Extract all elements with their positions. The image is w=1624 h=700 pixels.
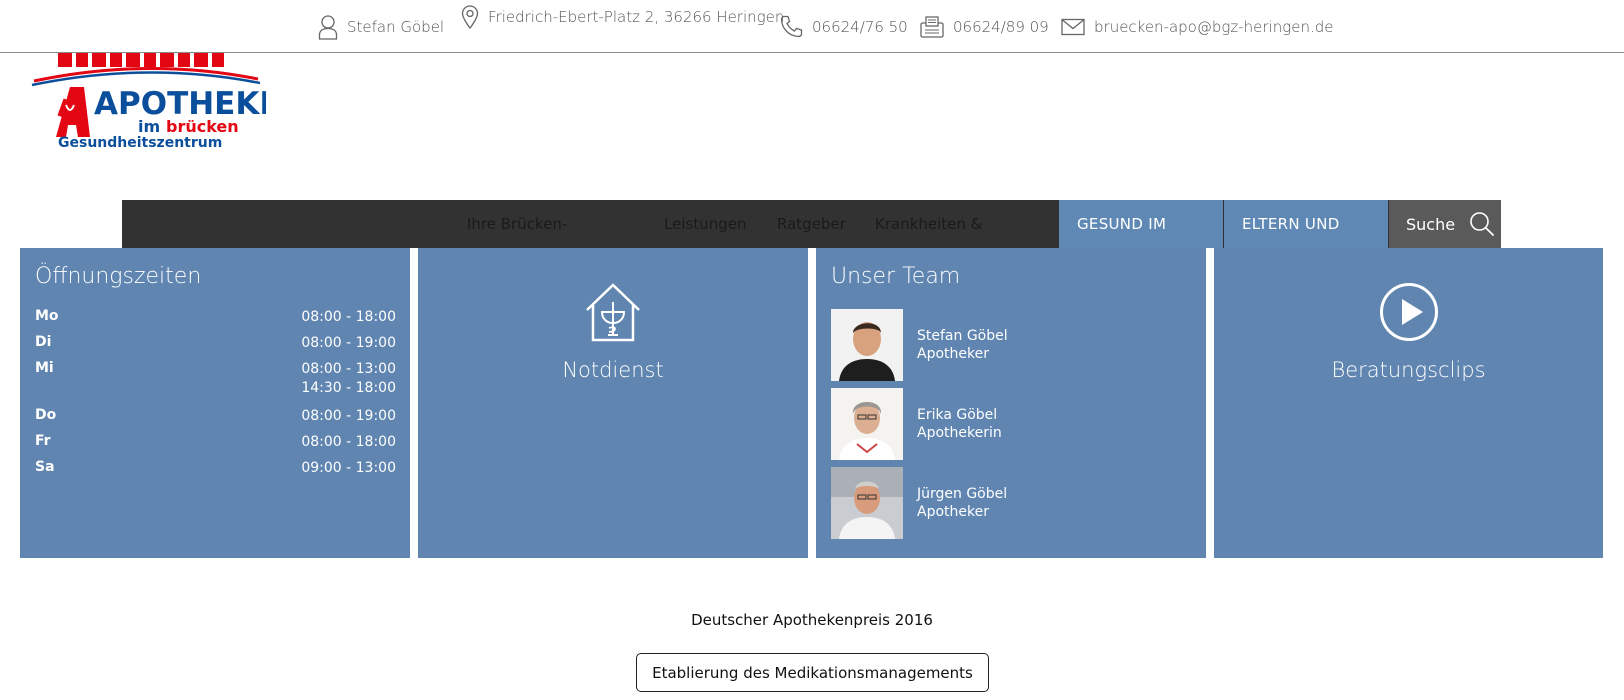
opening-hours-day: Sa [35, 459, 55, 475]
logo-gesundheitszentrum-text: Gesundheitszentrum [58, 135, 222, 149]
team-member[interactable]: Stefan Göbel Apotheker [831, 309, 1008, 381]
opening-hours-list: Mo 08:00 - 18:00 Di 08:00 - 19:00 Mi 08:00 - … [35, 308, 396, 485]
opening-hours-row: Di 08:00 - 19:00 [35, 334, 396, 351]
fax-icon [920, 15, 944, 38]
opening-hours-time: 09:00 - 13:00 [301, 460, 396, 476]
contact-email[interactable]: bruecken-apo@bgz-heringen.de [1061, 0, 1334, 53]
contact-phone-text: 06624/76 50 [812, 17, 908, 36]
logo-im-text: im [138, 117, 160, 136]
nav-item-ihre-bruecken[interactable]: Ihre Brücken- [467, 200, 567, 248]
envelope-icon [1061, 18, 1085, 35]
opening-hours-time: 14:30 - 18:00 [301, 380, 396, 396]
opening-hours-panel: Öffnungszeiten Mo 08:00 - 18:00 Di 08:00 - … [20, 248, 410, 558]
team-member-name: Stefan Göbel [917, 328, 1008, 344]
team-member-role: Apotheker [917, 504, 989, 520]
nav-item-ratgeber[interactable]: Ratgeber [777, 200, 846, 248]
opening-hours-times: 08:00 - 19:00 [301, 407, 396, 426]
team-title: Unser Team [831, 264, 961, 289]
opening-hours-time: 08:00 - 18:00 [301, 309, 396, 325]
award-text: Deutscher Apothekenpreis 2016 [691, 611, 933, 629]
opening-hours-day: Mo [35, 308, 59, 324]
opening-hours-time: 08:00 - 18:00 [301, 434, 396, 450]
opening-hours-time: 08:00 - 13:00 [301, 361, 396, 377]
logo-bruecken-text: brücken [166, 117, 239, 136]
contact-bar: Stefan Göbel Friedrich-Ebert-Platz 2, 36… [0, 0, 1624, 53]
nav-item-gesund-im[interactable]: GESUND IM [1059, 200, 1223, 248]
opening-hours-row: Sa 09:00 - 13:00 [35, 459, 396, 476]
contact-fax: 06624/89 09 [920, 0, 1049, 53]
team-member-photo [831, 388, 903, 460]
opening-hours-times: 08:00 - 19:00 [301, 334, 396, 353]
opening-hours-title: Öffnungszeiten [35, 264, 202, 289]
team-member-role: Apothekerin [917, 425, 1002, 441]
team-member-name: Erika Göbel [917, 407, 998, 423]
opening-hours-time: 08:00 - 19:00 [301, 335, 396, 351]
notdienst-panel[interactable]: Notdienst [418, 248, 808, 558]
contact-owner: Stefan Göbel [318, 0, 444, 53]
opening-hours-times: 09:00 - 13:00 [301, 459, 396, 478]
opening-hours-day: Do [35, 407, 57, 423]
contact-email-text: bruecken-apo@bgz-heringen.de [1094, 17, 1334, 36]
search-button[interactable]: Suche [1389, 200, 1501, 248]
pharmacy-house-icon [586, 283, 640, 342]
team-member-photo [831, 467, 903, 539]
opening-hours-times: 08:00 - 18:00 [301, 433, 396, 452]
opening-hours-day: Di [35, 334, 52, 350]
nav-item-leistungen[interactable]: Leistungen [664, 200, 746, 248]
contact-phone[interactable]: 06624/76 50 [780, 0, 908, 53]
phone-icon [780, 15, 803, 38]
search-icon [1470, 212, 1495, 237]
opening-hours-row: Fr 08:00 - 18:00 [35, 433, 396, 450]
contact-fax-text: 06624/89 09 [953, 17, 1049, 36]
search-label: Suche [1406, 214, 1456, 234]
team-member-name: Jürgen Göbel [917, 486, 1008, 502]
opening-hours-time: 08:00 - 19:00 [301, 408, 396, 424]
medikationsmanagement-button[interactable]: Etablierung des Medikationsmanagements [636, 653, 989, 692]
person-icon [318, 14, 338, 40]
team-member-photo [831, 309, 903, 381]
team-member-role: Apotheker [917, 346, 989, 362]
opening-hours-row: Mo 08:00 - 18:00 [35, 308, 396, 325]
team-member[interactable]: Jürgen Göbel Apotheker [831, 467, 1007, 539]
team-panel: Unser Team Stefan Göbel Apotheker Erika … [816, 248, 1206, 558]
play-circle-icon [1380, 283, 1438, 341]
contact-address-text: Friedrich-Ebert-Platz 2, 36266 Heringen [488, 7, 785, 26]
location-pin-icon [461, 4, 479, 29]
contact-owner-text: Stefan Göbel [347, 17, 445, 36]
team-member[interactable]: Erika Göbel Apothekerin [831, 388, 1002, 460]
opening-hours-times: 08:00 - 13:00 14:30 - 18:00 [301, 360, 396, 398]
opening-hours-row: Do 08:00 - 19:00 [35, 407, 396, 424]
contact-address: Friedrich-Ebert-Platz 2, 36266 Heringen [461, 0, 784, 43]
opening-hours-day: Mi [35, 360, 54, 376]
pharmacy-logo[interactable]: APOTHEKE im brücken Gesundheitszentrum [30, 53, 281, 151]
beratungsclips-label: Beratungsclips [1331, 358, 1486, 382]
beratungsclips-panel[interactable]: Beratungsclips [1214, 248, 1603, 558]
notdienst-label: Notdienst [562, 358, 664, 382]
nav-item-eltern-und[interactable]: ELTERN UND [1224, 200, 1388, 248]
opening-hours-times: 08:00 - 18:00 [301, 308, 396, 327]
opening-hours-row: Mi 08:00 - 13:00 14:30 - 18:00 [35, 360, 396, 398]
opening-hours-day: Fr [35, 433, 51, 449]
nav-item-krankheiten[interactable]: Krankheiten & [875, 200, 982, 248]
